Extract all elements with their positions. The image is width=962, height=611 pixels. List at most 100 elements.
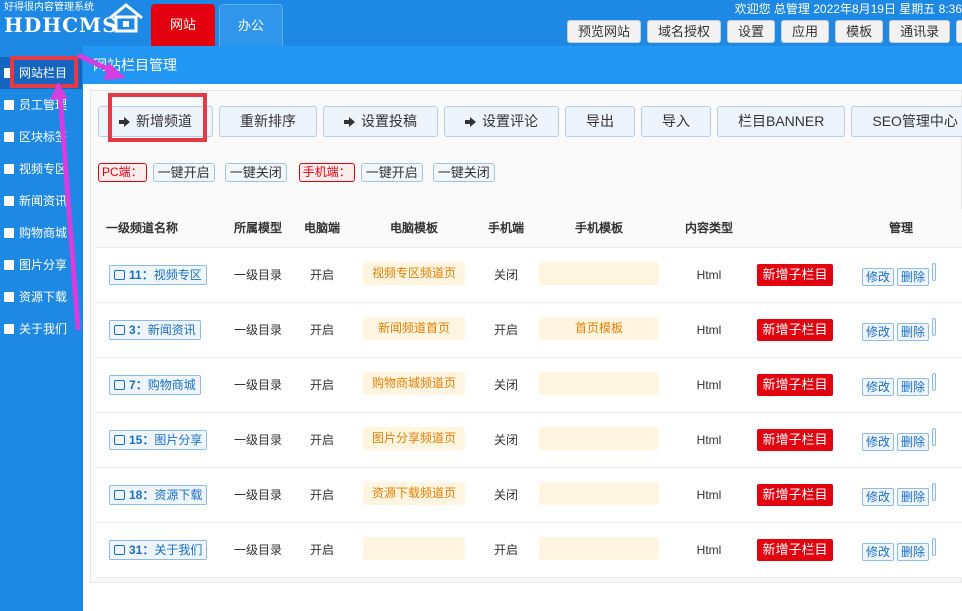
more-button[interactable] xyxy=(932,318,937,336)
edit-button[interactable]: 修改 xyxy=(862,378,895,396)
pc-status-cell[interactable]: 开启 xyxy=(294,357,350,413)
tab-office[interactable]: 办公 xyxy=(219,4,283,46)
manage-cell: 修改 删除 xyxy=(836,247,962,303)
manage-cell: 修改 删除 xyxy=(836,467,962,523)
add-subcolumn-button[interactable]: 新增子栏目 xyxy=(757,483,833,506)
pc-status-cell[interactable]: 开启 xyxy=(294,302,350,358)
content-type-cell: Html xyxy=(664,522,754,578)
sidebar-item-blocks[interactable]: 区块标签 xyxy=(0,121,82,153)
mobile-template-select[interactable] xyxy=(539,371,659,395)
add-subcolumn-button[interactable]: 新增子栏目 xyxy=(757,373,833,396)
edit-button[interactable]: 修改 xyxy=(862,433,895,451)
mobile-template-cell xyxy=(534,247,664,303)
sidebar-item-images[interactable]: 图片分享 xyxy=(0,249,82,281)
pc-open-all-button[interactable]: 一键开启 xyxy=(152,163,215,182)
more-button[interactable]: 图 xyxy=(956,20,962,43)
sidebar-item-video[interactable]: 视频专区 xyxy=(0,153,82,185)
pc-status-cell[interactable]: 开启 xyxy=(294,467,350,523)
add-subcolumn-button[interactable]: 新增子栏目 xyxy=(757,538,833,561)
sidebar-item-about[interactable]: 关于我们 xyxy=(0,313,82,345)
sidebar-item-staff[interactable]: 员工管理 xyxy=(0,89,82,121)
delete-button[interactable]: 删除 xyxy=(897,378,930,396)
contacts-button[interactable]: 通讯录 xyxy=(889,20,951,43)
add-subcolumn-button[interactable]: 新增子栏目 xyxy=(757,428,833,451)
pc-template-select[interactable]: 购物商城频道页 xyxy=(363,371,465,395)
add-sub-cell: 新增子栏目 xyxy=(754,412,836,468)
reorder-button[interactable]: 重新排序 xyxy=(219,106,317,137)
seo-center-button[interactable]: SEO管理中心 xyxy=(851,106,962,137)
mobile-template-select[interactable]: 首页模板 xyxy=(539,316,659,340)
manage-cell: 修改 删除 xyxy=(836,412,962,468)
templates-button[interactable]: 模板 xyxy=(835,20,884,43)
delete-button[interactable]: 删除 xyxy=(897,543,930,561)
sidebar-item-downloads[interactable]: 资源下载 xyxy=(0,281,82,313)
panel-body: 新增频道 重新排序 设置投稿 设置评论 导出 导入 栏目BANNER SEO管理… xyxy=(90,90,962,583)
pc-template-select[interactable]: 图片分享频道页 xyxy=(363,426,465,450)
apps-button[interactable]: 应用 xyxy=(781,20,830,43)
mobile-status-cell[interactable]: 开启 xyxy=(478,522,534,578)
mobile-status-cell[interactable]: 关闭 xyxy=(478,412,534,468)
top-bar: 好得很内容管理系统 HDHCMS 网站 办公 欢迎您 总管理 2022年8月19… xyxy=(0,0,962,46)
mobile-open-all-button[interactable]: 一键开启 xyxy=(360,163,423,182)
channel-link[interactable]: 11：视频专区 xyxy=(109,264,207,285)
export-button[interactable]: 导出 xyxy=(565,106,635,137)
mobile-template-cell xyxy=(534,357,664,413)
edit-button[interactable]: 修改 xyxy=(862,543,895,561)
more-button[interactable] xyxy=(932,428,937,446)
sidebar-item-shop[interactable]: 购物商城 xyxy=(0,217,82,249)
column-banner-button[interactable]: 栏目BANNER xyxy=(717,106,846,137)
channel-link[interactable]: 15：图片分享 xyxy=(109,429,208,450)
channel-id: 18 xyxy=(129,487,143,502)
preview-site-button[interactable]: 预览网站 xyxy=(567,20,642,43)
channel-link[interactable]: 18：资源下载 xyxy=(109,484,208,505)
mobile-template-select[interactable] xyxy=(539,536,659,560)
sidebar-item-news[interactable]: 新闻资讯 xyxy=(0,185,82,217)
pc-status-cell[interactable]: 开启 xyxy=(294,522,350,578)
more-button[interactable] xyxy=(932,483,937,501)
domain-auth-button[interactable]: 域名授权 xyxy=(647,20,722,43)
delete-button[interactable]: 删除 xyxy=(897,433,930,451)
mobile-template-select[interactable] xyxy=(539,261,659,285)
pc-status-cell[interactable]: 开启 xyxy=(294,412,350,468)
col-header: 一级频道名称 xyxy=(96,209,222,248)
set-comments-button[interactable]: 设置评论 xyxy=(444,106,559,137)
delete-button[interactable]: 删除 xyxy=(897,488,930,506)
edit-button[interactable]: 修改 xyxy=(862,323,895,341)
channel-link[interactable]: 31：关于我们 xyxy=(109,539,208,560)
add-subcolumn-button[interactable]: 新增子栏目 xyxy=(757,263,833,286)
delete-button[interactable]: 删除 xyxy=(897,323,930,341)
more-button[interactable] xyxy=(932,263,937,281)
channel-link[interactable]: 3：新闻资讯 xyxy=(109,319,201,340)
edit-button[interactable]: 修改 xyxy=(862,488,895,506)
mobile-close-all-button[interactable]: 一键关闭 xyxy=(432,163,495,182)
col-header: 管理 xyxy=(836,209,962,248)
pc-template-select[interactable]: 新闻频道首页 xyxy=(363,316,465,340)
mobile-template-select[interactable] xyxy=(539,426,659,450)
more-button[interactable] xyxy=(932,538,937,556)
channel-link[interactable]: 7：购物商城 xyxy=(109,374,201,395)
delete-button[interactable]: 删除 xyxy=(897,268,930,286)
pc-status-cell[interactable]: 开启 xyxy=(294,247,350,303)
mobile-template-select[interactable] xyxy=(539,481,659,505)
edit-button[interactable]: 修改 xyxy=(862,268,895,286)
more-button[interactable] xyxy=(932,373,937,391)
mobile-status-cell[interactable]: 关闭 xyxy=(478,357,534,413)
tab-website[interactable]: 网站 xyxy=(151,4,215,46)
mobile-status-cell[interactable]: 关闭 xyxy=(478,467,534,523)
settings-button[interactable]: 设置 xyxy=(727,20,776,43)
add-subcolumn-button[interactable]: 新增子栏目 xyxy=(757,318,833,341)
button-label: 栏目BANNER xyxy=(738,113,825,129)
separator: ： xyxy=(142,432,155,447)
pc-template-select[interactable]: 视频专区频道页 xyxy=(363,261,465,285)
mobile-status-cell[interactable]: 开启 xyxy=(478,302,534,358)
sidebar: 网站栏目 员工管理 区块标签 视频专区 新闻资讯 购物商城 图片分享 资源下载 … xyxy=(0,46,82,611)
mobile-status-cell[interactable]: 关闭 xyxy=(478,247,534,303)
pc-template-select[interactable]: 资源下载频道页 xyxy=(363,481,465,505)
model-cell: 一级目录 xyxy=(222,357,294,413)
set-submission-button[interactable]: 设置投稿 xyxy=(323,106,438,137)
import-button[interactable]: 导入 xyxy=(641,106,711,137)
model-cell: 一级目录 xyxy=(222,302,294,358)
pc-close-all-button[interactable]: 一键关闭 xyxy=(224,163,287,182)
add-sub-cell: 新增子栏目 xyxy=(754,522,836,578)
pc-template-select[interactable] xyxy=(363,536,465,560)
